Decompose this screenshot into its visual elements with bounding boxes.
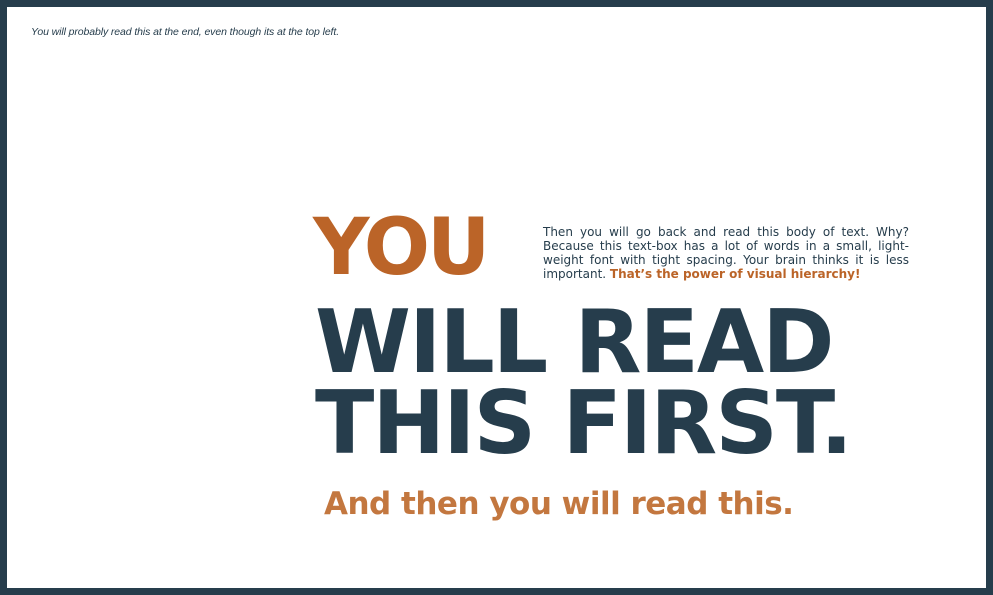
body-text-block: Then you will go back and read this body… — [543, 225, 909, 281]
body-text-highlight: That’s the power of visual hierarchy! — [609, 267, 861, 281]
headline-line-2: THIS FIRST. — [315, 372, 853, 474]
top-note: You will probably read this at the end, … — [31, 26, 340, 38]
headline-you: YOU — [313, 203, 490, 293]
poster-frame: You will probably read this at the end, … — [0, 0, 993, 595]
subline: And then you will read this. — [324, 486, 794, 522]
